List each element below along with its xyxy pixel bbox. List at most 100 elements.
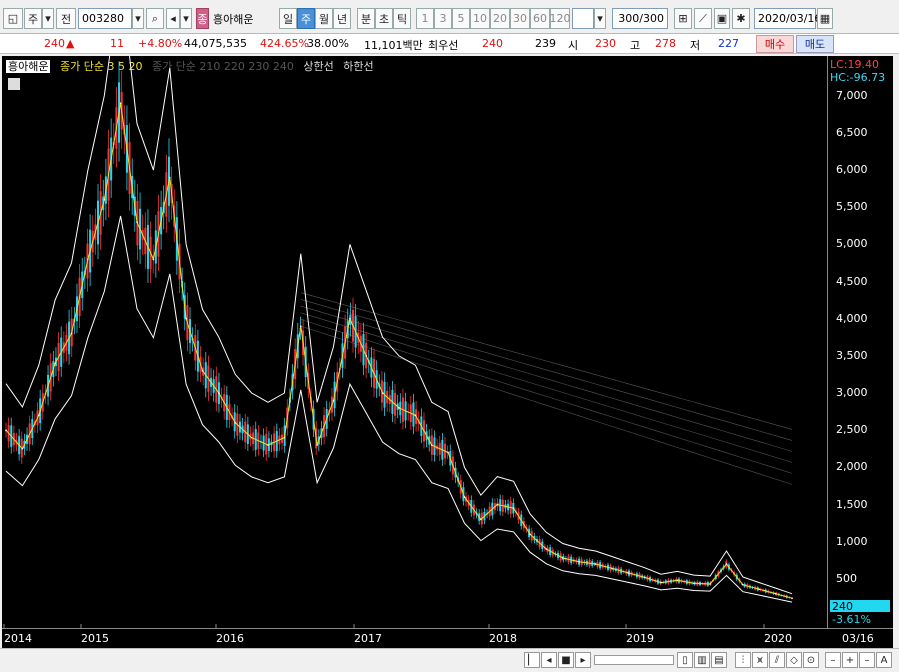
y-tick-label: 500 — [836, 571, 857, 585]
data-point — [283, 436, 286, 439]
interval-60[interactable]: 60 — [530, 8, 550, 29]
lc-label: LC:19.40 — [830, 58, 880, 71]
period-year[interactable]: 년 — [333, 8, 351, 29]
chevron-down-icon[interactable]: ▾ — [180, 8, 192, 29]
mode-select[interactable]: 전 — [56, 8, 76, 29]
data-point — [332, 399, 335, 402]
interval-custom-input[interactable] — [572, 8, 594, 29]
data-point — [660, 581, 662, 584]
chevron-down-icon[interactable]: ▾ — [42, 8, 54, 29]
period-minute[interactable]: 분 — [357, 8, 375, 29]
change-percent: +4.80% — [138, 37, 183, 50]
indicator-icon[interactable]: ⊞ — [674, 8, 692, 29]
interval-1[interactable]: 1 — [416, 8, 434, 29]
data-point — [643, 576, 646, 579]
data-point — [152, 258, 155, 261]
interval-120[interactable]: 120 — [550, 8, 571, 29]
tool-icon-5[interactable]: ⩙ — [752, 652, 768, 668]
y-tick-label: 5,500 — [836, 200, 868, 214]
period-second[interactable]: 초 — [375, 8, 393, 29]
data-point — [185, 317, 187, 320]
font-size-icon[interactable]: A — [876, 652, 892, 668]
scroll-prev-icon[interactable]: ◂ — [541, 652, 557, 668]
zoom-in-icon[interactable]: + — [842, 652, 858, 668]
interval-5[interactable]: 5 — [452, 8, 470, 29]
y-tick-label: 3,500 — [836, 348, 868, 362]
interval-20[interactable]: 20 — [490, 8, 510, 29]
calendar-icon[interactable]: ▦ — [817, 8, 833, 29]
window-icon[interactable]: ◱ — [3, 8, 23, 29]
data-point — [267, 444, 269, 446]
data-point — [87, 258, 89, 261]
x-tick-label: 2020 — [764, 632, 792, 645]
x-tick-label: 2014 — [4, 632, 32, 645]
data-point — [218, 392, 220, 394]
data-point — [414, 414, 417, 417]
speaker-icon[interactable]: ◂ — [166, 8, 180, 29]
tool-icon-3[interactable]: ▤ — [711, 652, 727, 668]
x-tick-label: 2018 — [489, 632, 517, 645]
zoom-slider[interactable] — [594, 655, 674, 665]
period-type-select[interactable]: 주 — [24, 8, 42, 29]
trend-icon[interactable]: ⟋ — [694, 8, 712, 29]
data-point — [480, 518, 482, 521]
quote-bar: 240 ▲ 11 +4.80% 44,075,535 424.65% 38.00… — [0, 34, 899, 54]
tool-icon-1[interactable]: ▯ — [677, 652, 693, 668]
y-tick-label: 4,500 — [836, 274, 868, 288]
data-point — [545, 548, 548, 550]
period-tick[interactable]: 틱 — [393, 8, 411, 29]
chart-scrollbar: ▏ ◂ ■ ▸ ▯ ▥ ▤ ⫶ ⩙ ⫽ ◇ ⊙ – + – A — [0, 648, 899, 672]
zoom-reset-icon[interactable]: – — [859, 652, 875, 668]
trade-amount: 11,101백만 — [364, 39, 423, 52]
data-point — [725, 563, 728, 565]
chevron-down-icon[interactable]: ▾ — [594, 8, 606, 29]
date-input[interactable]: 2020/03/16 — [754, 8, 821, 29]
interval-10[interactable]: 10 — [470, 8, 490, 29]
scroll-first-icon[interactable]: ▏ — [524, 652, 540, 668]
stop-icon[interactable]: ■ — [558, 652, 574, 668]
chart-plot — [3, 56, 793, 628]
period-week[interactable]: 주 — [297, 8, 315, 29]
last-percent: -3.61% — [832, 613, 871, 626]
count-max: /300 — [639, 12, 664, 25]
turnover-percent: 38.00% — [307, 37, 349, 50]
price-change: 11 — [110, 37, 124, 50]
data-point — [561, 557, 564, 559]
data-point — [136, 221, 138, 223]
zoom-out-icon[interactable]: – — [825, 652, 841, 668]
up-arrow-icon: ▲ — [66, 37, 75, 50]
sell-button[interactable]: 매도 — [796, 35, 834, 53]
chevron-down-icon[interactable]: ▾ — [132, 8, 144, 29]
tool-icon-4[interactable]: ⫶ — [735, 652, 751, 668]
count-input[interactable]: 300/300 — [612, 8, 668, 29]
last-price-tag: 240 — [830, 600, 890, 613]
gear-icon[interactable]: ✱ — [732, 8, 750, 29]
data-point — [21, 447, 24, 450]
y-tick-label: 2,500 — [836, 423, 868, 437]
data-point — [496, 503, 499, 506]
tool-icon-7[interactable]: ◇ — [786, 652, 802, 668]
x-tick-label: 2015 — [81, 632, 109, 645]
high-label: 고 — [630, 39, 641, 52]
y-tick-label: 6,500 — [836, 125, 868, 139]
x-tick-label: 2019 — [626, 632, 654, 645]
tool-icon-6[interactable]: ⫽ — [769, 652, 785, 668]
tool-icon-2[interactable]: ▥ — [694, 652, 710, 668]
data-point — [168, 176, 171, 179]
search-icon[interactable]: ⌕ — [146, 8, 164, 29]
data-point — [398, 407, 400, 409]
interval-3[interactable]: 3 — [434, 8, 452, 29]
buy-button[interactable]: 매수 — [756, 35, 794, 53]
data-point — [37, 414, 40, 417]
price-chart[interactable]: 흥아해운 종가 단순 3 5 20 종가 단순 210 220 230 240 … — [2, 56, 827, 628]
save-icon[interactable]: ▣ — [714, 8, 730, 29]
tool-icon-8[interactable]: ⊙ — [803, 652, 819, 668]
current-price: 240 — [44, 37, 65, 50]
period-month[interactable]: 월 — [315, 8, 333, 29]
stock-code-input[interactable]: 003280 — [78, 8, 132, 29]
period-day[interactable]: 일 — [279, 8, 297, 29]
data-point — [103, 198, 106, 201]
interval-30[interactable]: 30 — [510, 8, 530, 29]
scroll-next-icon[interactable]: ▸ — [575, 652, 591, 668]
data-point — [512, 507, 515, 510]
